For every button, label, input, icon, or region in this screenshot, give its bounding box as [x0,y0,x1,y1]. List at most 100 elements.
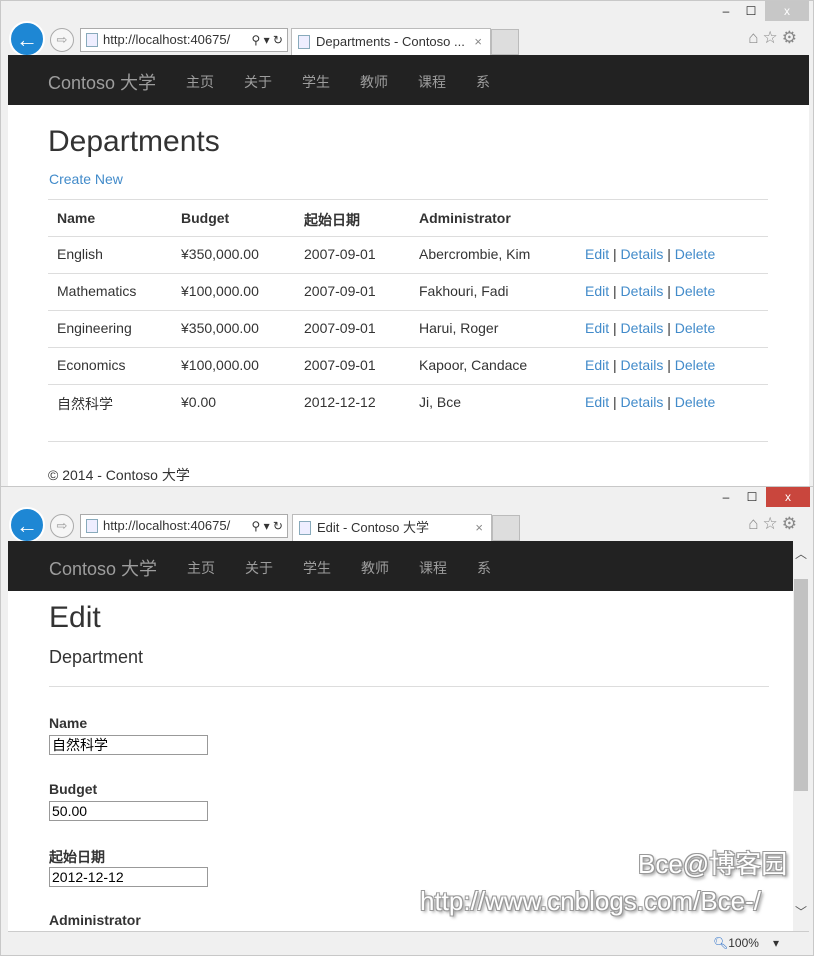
nav-students[interactable]: 学生 [303,558,331,578]
separator: | [609,320,621,336]
close-tab-icon[interactable]: × [475,515,483,541]
page-icon [299,521,311,535]
separator: | [663,283,675,299]
forward-button[interactable]: ⇨ [50,514,74,538]
url-text: http://localhost:40675/ [103,32,231,47]
close-tab-icon[interactable]: × [474,29,482,55]
budget-input[interactable]: 50.00 [49,801,208,821]
cell-budget: ¥350,000.00 [181,246,259,262]
nav-students[interactable]: 学生 [302,72,330,92]
details-link[interactable]: Details [621,357,664,373]
cell-start-date: 2012-12-12 [304,394,376,410]
brand-link[interactable]: Contoso 大学 [48,69,156,95]
nav-courses[interactable]: 课程 [419,558,447,578]
nav-home[interactable]: 主页 [187,558,215,578]
edit-link[interactable]: Edit [585,283,609,299]
close-window-button[interactable]: x [765,1,809,21]
cell-name: 自然科学 [57,396,113,412]
details-link[interactable]: Details [621,246,664,262]
column-header-start-date: 起始日期 [304,212,360,228]
details-link[interactable]: Details [621,283,664,299]
home-icon[interactable]: ⌂ [748,28,762,47]
chevron-down-icon[interactable]: ▾ [773,936,779,950]
nav-departments[interactable]: 系 [477,558,491,578]
cell-administrator: Harui, Roger [419,320,499,336]
vertical-scrollbar[interactable]: ︿ ﹀ [793,541,809,931]
cell-start-date: 2007-09-01 [304,283,376,299]
search-refresh-icons[interactable]: ⚲ ▾ ↻ [248,515,283,537]
edit-link[interactable]: Edit [585,246,609,262]
footer: © 2014 - Contoso 大学 [48,467,190,483]
name-input[interactable]: 自然科学 [49,735,208,755]
cell-administrator: Fakhouri, Fadi [419,283,509,299]
nav-instructors[interactable]: 教师 [361,558,389,578]
edit-link[interactable]: Edit [585,357,609,373]
start-date-label: 起始日期 [49,849,105,865]
cell-administrator: Kapoor, Candace [419,357,528,373]
row-actions: Edit | Details | Delete [585,357,715,373]
delete-link[interactable]: Delete [675,320,715,336]
nav-instructors[interactable]: 教师 [360,72,388,92]
scroll-up-icon[interactable]: ︿ [793,545,809,562]
edit-link[interactable]: Edit [585,394,609,410]
create-new-link[interactable]: Create New [49,171,123,187]
cell-name: Economics [57,357,126,373]
nav-courses[interactable]: 课程 [418,72,446,92]
row-actions: Edit | Details | Delete [585,394,715,410]
cell-name: Mathematics [57,283,137,299]
maximize-button[interactable]: ☐ [736,1,766,21]
start-date-input[interactable]: 2012-12-12 [49,867,208,887]
tab-edit[interactable]: Edit - Contoso 大学 × [292,514,492,542]
star-icon[interactable]: ☆ [763,28,782,47]
edit-link[interactable]: Edit [585,320,609,336]
delete-link[interactable]: Delete [675,394,715,410]
page-icon [298,35,310,49]
separator: | [663,357,675,373]
column-header-name: Name [57,210,96,226]
nav-home[interactable]: 主页 [186,72,214,92]
delete-link[interactable]: Delete [675,283,715,299]
watermark-line1: Bce@博客园 [638,849,788,879]
budget-label: Budget [49,781,98,797]
zoom-level[interactable]: 🔍︎100% ▾ [713,936,779,950]
forward-button[interactable]: ⇨ [50,28,74,52]
gear-icon[interactable]: ⚙ [782,514,801,533]
tab-title: Departments - Contoso ... [316,34,465,49]
separator: | [609,246,621,262]
back-button[interactable]: ← [9,507,45,543]
scroll-down-icon[interactable]: ﹀ [793,903,809,920]
scrollbar-thumb[interactable] [794,579,808,791]
new-tab-button[interactable] [492,515,520,541]
gear-icon[interactable]: ⚙ [782,28,801,47]
administrator-label: Administrator [49,912,141,928]
details-link[interactable]: Details [621,394,664,410]
home-icon[interactable]: ⌂ [748,514,762,533]
close-window-button[interactable]: x [766,487,810,507]
search-refresh-icons[interactable]: ⚲ ▾ ↻ [248,29,283,51]
separator: | [609,283,621,299]
cell-administrator: Abercrombie, Kim [419,246,531,262]
browser-window-departments: – ☐ x ← ⇨ http://localhost:40675/⚲ ▾ ↻ D… [0,0,814,487]
address-bar[interactable]: http://localhost:40675/ ⚲ ▾ ↻ [80,514,288,538]
nav-about[interactable]: 关于 [244,72,272,92]
separator: | [663,246,675,262]
maximize-button[interactable]: ☐ [737,487,767,507]
cell-start-date: 2007-09-01 [304,320,376,336]
new-tab-button[interactable] [491,29,519,55]
star-icon[interactable]: ☆ [763,514,782,533]
navbar: Contoso 大学 主页 关于 学生 教师 课程 系 [8,55,809,105]
tab-departments[interactable]: Departments - Contoso ... × [291,28,491,56]
back-button[interactable]: ← [9,21,45,57]
page-content: Departments Create New Name Budget 起始日期 … [8,105,809,487]
page-icon [86,519,98,533]
cell-budget: ¥350,000.00 [181,320,259,336]
brand-link[interactable]: Contoso 大学 [49,555,157,581]
details-link[interactable]: Details [621,320,664,336]
nav-about[interactable]: 关于 [245,558,273,578]
delete-link[interactable]: Delete [675,246,715,262]
nav-departments[interactable]: 系 [476,72,490,92]
toolbar-icons: ⌂☆⚙ [748,514,801,534]
page-subtitle: Department [49,647,144,667]
delete-link[interactable]: Delete [675,357,715,373]
address-bar[interactable]: http://localhost:40675/ ⚲ ▾ ↻ [80,28,288,52]
